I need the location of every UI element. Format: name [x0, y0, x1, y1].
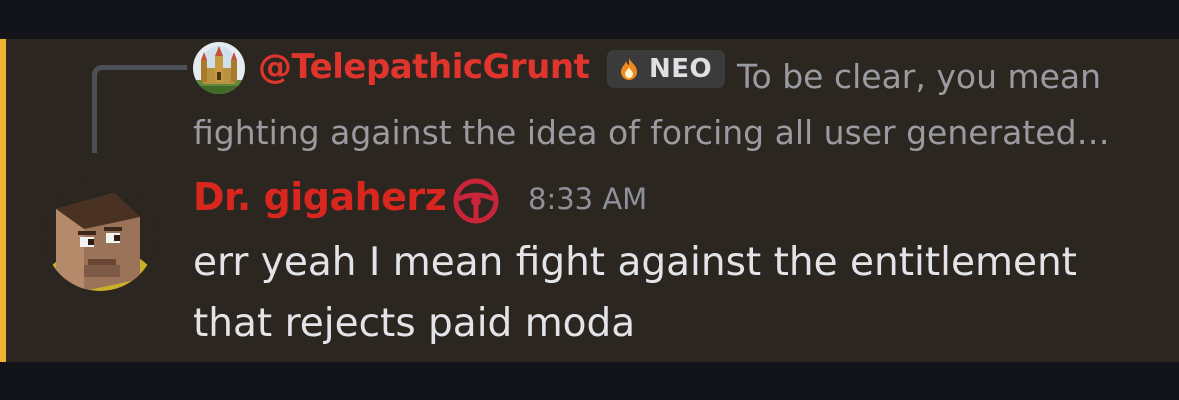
pixel-face-avatar-icon	[44, 179, 156, 291]
steering-wheel-icon[interactable]	[452, 177, 500, 225]
message-timestamp[interactable]: 8:33 AM	[528, 182, 647, 216]
avatar[interactable]	[44, 179, 156, 291]
reply-connector-line	[92, 65, 187, 153]
message-container: @TelepathicGrunt NEO To be clear, you me…	[0, 39, 1179, 362]
message-content: err yeah I mean fight against the entitl…	[193, 240, 1077, 346]
author-name[interactable]: Dr. gigaherz	[193, 175, 447, 219]
mention-highlight-bar	[0, 39, 6, 362]
reply-snippet[interactable]: To be clear, you mean fighting against t…	[193, 49, 1143, 159]
